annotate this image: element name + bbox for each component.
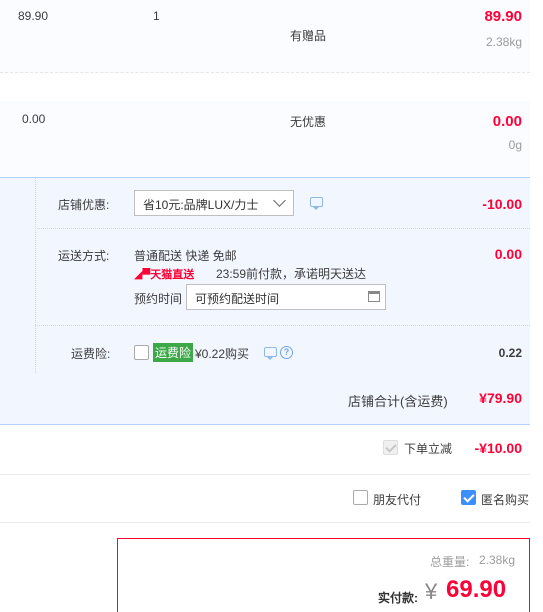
shop-total-label: 店铺合计(含运费): [348, 394, 448, 409]
help-icon[interactable]: ?: [280, 346, 293, 359]
item-unit-price: 0.00: [22, 112, 46, 126]
tmall-direct-badge: ◢▀天猫直送: [134, 266, 194, 282]
anonymous-checkbox[interactable]: [461, 490, 476, 505]
friend-pay-label[interactable]: 朋友代付: [373, 491, 421, 508]
tmall-direct-text: 天猫直送: [150, 269, 195, 281]
insurance-checkbox[interactable]: [134, 345, 149, 360]
insurance-amount: 0.22: [498, 346, 522, 360]
pay-label: 实付款:: [378, 591, 418, 605]
total-weight-label: 总重量:: [430, 555, 470, 569]
pay-amount: 69.90: [446, 576, 507, 603]
item-subtotal: 89.90: [484, 8, 522, 25]
total-weight: 2.38kg: [479, 553, 516, 567]
schedule-label: 预约时间: [134, 292, 183, 306]
item-weight: 0g: [508, 138, 522, 152]
currency-symbol: ¥: [425, 579, 438, 604]
shipping-amount: 0.00: [494, 246, 522, 262]
insurance-label: 运费险:: [71, 347, 111, 361]
divider: [0, 474, 530, 475]
shop-discount-selected: 省10元:品牌LUX/力士: [143, 198, 259, 212]
message-icon[interactable]: [310, 197, 323, 210]
shop-total-amount: ¥79.90: [479, 390, 522, 406]
shop-discount-select[interactable]: 省10元:品牌LUX/力士: [134, 190, 294, 216]
insurance-tag: 运费险: [153, 343, 194, 362]
order-item-row: [0, 101, 530, 177]
schedule-time-placeholder: 可预约配送时间: [195, 292, 280, 306]
item-promo-text: 无优惠: [290, 115, 327, 129]
shipping-label: 运送方式:: [58, 249, 110, 263]
delivery-promise: 23:59前付款，承诺明天送达: [216, 267, 367, 281]
insurance-offer: ¥0.22购买: [195, 347, 250, 361]
calendar-icon: [368, 291, 380, 302]
item-subtotal: 0.00: [492, 113, 522, 130]
friend-pay-checkbox[interactable]: [353, 490, 368, 505]
order-discount-amount: -¥10.00: [474, 440, 522, 456]
schedule-time-input[interactable]: 可预约配送时间: [186, 284, 386, 310]
shop-discount-label: 店铺优惠:: [58, 198, 110, 212]
item-quantity: 1: [153, 9, 160, 23]
message-icon[interactable]: [264, 347, 277, 360]
divider: [0, 522, 530, 523]
row-divider: [35, 325, 530, 326]
item-weight: 2.38kg: [485, 35, 522, 49]
chevron-down-icon: [273, 194, 286, 207]
anonymous-label[interactable]: 匿名购买: [481, 491, 529, 508]
order-discount-checkbox[interactable]: [383, 440, 398, 455]
item-promo-text: 有赠品: [290, 29, 327, 43]
order-item-row: [0, 0, 530, 73]
row-divider: [35, 228, 530, 229]
item-unit-price: 89.90: [18, 9, 49, 23]
order-discount-label: 下单立减: [404, 442, 453, 456]
shop-discount-amount: -10.00: [482, 196, 522, 212]
shipping-method: 普通配送 快递 免邮: [134, 249, 237, 263]
tmall-logo-icon: ◢▀: [134, 269, 151, 281]
